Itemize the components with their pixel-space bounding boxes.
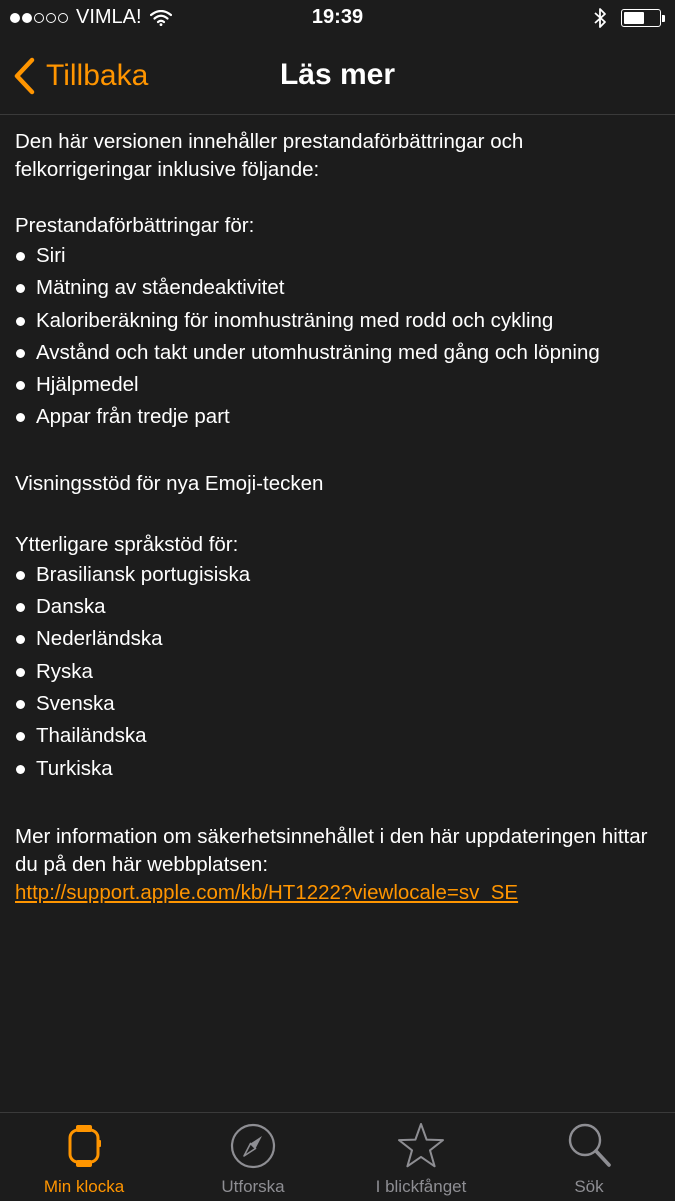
status-right — [593, 7, 665, 29]
list-item: Danska — [15, 591, 663, 623]
perf-list: Siri Mätning av ståendeaktivitet Kalorib… — [15, 240, 663, 434]
tab-bar: Min klocka Utforska I blickfånget Sök — [0, 1112, 675, 1201]
list-item: Avstånd och takt under utomhusträning me… — [15, 337, 663, 369]
star-icon — [398, 1123, 444, 1168]
compass-icon — [230, 1123, 276, 1169]
status-time: 19:39 — [311, 6, 364, 28]
status-bar: VIMLA! 19:39 — [0, 0, 675, 38]
page-title: Läs mer — [279, 58, 396, 91]
list-item: Appar från tredje part — [15, 401, 663, 433]
navigation-bar: Tillbaka Läs mer — [0, 38, 675, 115]
list-item: Ryska — [15, 656, 663, 688]
list-item: Hjälpmedel — [15, 369, 663, 401]
battery-tip — [662, 14, 665, 22]
security-link[interactable]: http://support.apple.com/kb/HT1222?viewl… — [15, 881, 518, 904]
list-item: Turkiska — [15, 753, 663, 785]
list-item: Mätning av ståendeaktivitet — [15, 272, 663, 304]
tab-utforska[interactable]: Utforska — [169, 1113, 337, 1201]
intro-text: Den här versionen innehåller prestandafö… — [15, 130, 524, 181]
perf-heading: Prestandaförbättringar för: — [15, 214, 255, 237]
list-item: Nederländska — [15, 623, 663, 655]
tab-i-blickfanget[interactable]: I blickfånget — [337, 1113, 505, 1201]
search-icon — [568, 1123, 611, 1167]
tab-min-klocka[interactable]: Min klocka — [0, 1113, 168, 1201]
list-item: Svenska — [15, 688, 663, 720]
battery-icon — [621, 9, 661, 27]
tab-label: Utforska — [221, 1177, 285, 1196]
list-item: Thailändska — [15, 720, 663, 752]
list-item: Brasiliansk portugisiska — [15, 559, 663, 591]
list-item: Siri — [15, 240, 663, 272]
tab-sok[interactable]: Sök — [505, 1113, 673, 1201]
lang-list: Brasiliansk portugisiska Danska Nederlän… — [15, 559, 663, 785]
bluetooth-icon — [594, 8, 606, 28]
emoji-text: Visningsstöd för nya Emoji-tecken — [15, 471, 324, 495]
security-text: Mer information om säkerhetsinnehållet i… — [15, 824, 648, 876]
tab-label: Min klocka — [43, 1177, 125, 1196]
tab-label: I blickfånget — [375, 1177, 467, 1196]
list-item: Kaloriberäkning för inomhusträning med r… — [15, 305, 663, 337]
lang-heading: Ytterligare språkstöd för: — [15, 532, 239, 556]
tab-label: Sök — [574, 1177, 604, 1196]
release-notes: Den här versionen innehåller prestandafö… — [15, 128, 663, 907]
watch-icon — [68, 1125, 101, 1167]
